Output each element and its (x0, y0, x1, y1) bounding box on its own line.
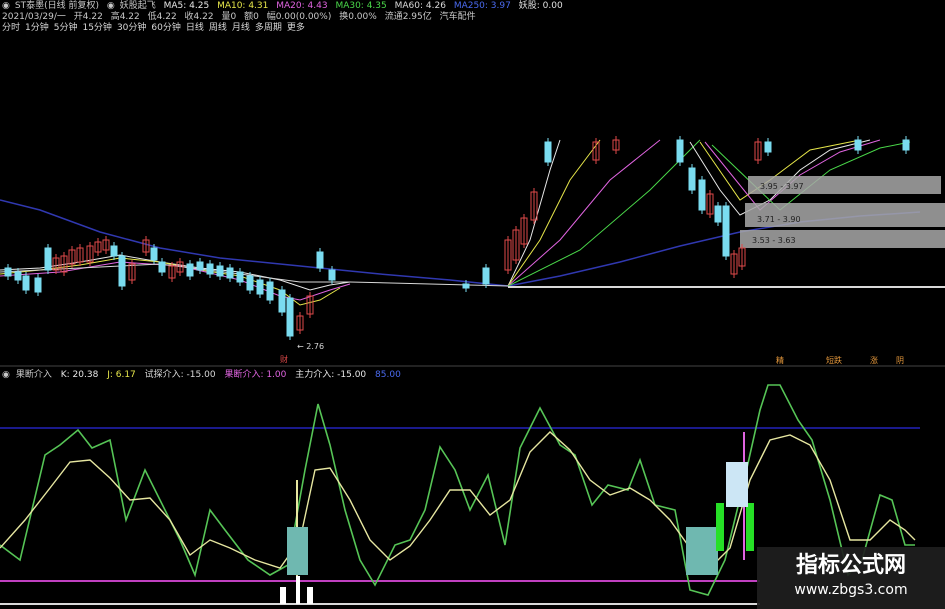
candle-body (34, 277, 42, 293)
candle-body (256, 279, 264, 295)
candle-body (714, 205, 722, 223)
candle-body (286, 297, 294, 337)
candle-body (110, 245, 118, 257)
lower-indicator-name[interactable]: 果断介入 (16, 370, 52, 380)
signal-label: 短跌 (826, 355, 842, 365)
candle-body (206, 263, 214, 275)
candle-body (118, 255, 126, 287)
signal-label: 精 (776, 355, 784, 365)
candle-body (226, 267, 234, 279)
signal-label: 阴 (896, 356, 904, 365)
candle-body (150, 247, 158, 261)
candle-body (4, 267, 12, 277)
candle-body (278, 289, 286, 313)
signal-block-green (716, 503, 724, 551)
candle-body (462, 283, 470, 289)
candle-body (544, 141, 552, 163)
ma250-line (0, 199, 509, 287)
record-icon: ◉ (2, 370, 10, 380)
try-value: 试探介入: -15.00 (144, 370, 216, 380)
candle-body (44, 247, 52, 271)
k-value: K: 20.38 (60, 370, 99, 380)
candle-body (158, 261, 166, 273)
blue-value: 85.00 (375, 370, 401, 380)
event-marker: 财 (280, 354, 288, 364)
watermark-url: www.zbgs3.com (794, 582, 908, 598)
candle-body (688, 167, 696, 191)
candle-body (316, 251, 324, 269)
price-box-label: 3.95 - 3.97 (760, 182, 804, 191)
signal-block-white (280, 587, 286, 604)
signal-block-white-2 (307, 587, 313, 604)
candle-body (246, 275, 254, 291)
price-box-label: 3.71 - 3.90 (757, 215, 801, 224)
fruit-value: 果断介入: 1.00 (224, 370, 287, 380)
candle-body (764, 141, 772, 153)
candle-body (676, 139, 684, 163)
candle-body (854, 139, 862, 151)
price-box-label: 3.53 - 3.63 (752, 236, 796, 245)
signal-label: 涨 (870, 355, 878, 365)
candle-body (698, 179, 706, 211)
candle-body (22, 275, 30, 291)
watermark-logo: 指标公式网 www.zbgs3.com (757, 547, 945, 609)
candle-body (722, 205, 730, 257)
watermark-title: 指标公式网 (795, 553, 906, 578)
ma10-line-r (507, 139, 601, 287)
candle-body (482, 267, 490, 285)
signal-block-teal-2 (686, 527, 718, 575)
candle-body (902, 139, 910, 151)
candle-body (216, 265, 224, 277)
signal-block-green-2 (746, 503, 754, 551)
chart-canvas: 3.95 - 3.97 3.71 - 3.90 3.53 - 3.63 ← 2.76 财… (0, 136, 945, 605)
candle-body (14, 271, 22, 281)
candle-body (236, 271, 244, 283)
signal-block-white-3 (296, 576, 300, 604)
signal-block-teal (287, 527, 308, 575)
candle-body (186, 263, 194, 277)
main-value: 主力介入: -15.00 (295, 370, 367, 380)
candle-body (196, 261, 204, 271)
candle-body (328, 269, 336, 281)
indicator-header: ◉ 果断介入 K: 20.38 J: 6.17 试探介入: -15.00 果断介入… (2, 369, 407, 381)
j-value: J: 6.17 (107, 370, 136, 380)
signal-block-light (726, 462, 748, 507)
low-price-label: ← 2.76 (297, 342, 324, 351)
candle-body (266, 281, 274, 301)
